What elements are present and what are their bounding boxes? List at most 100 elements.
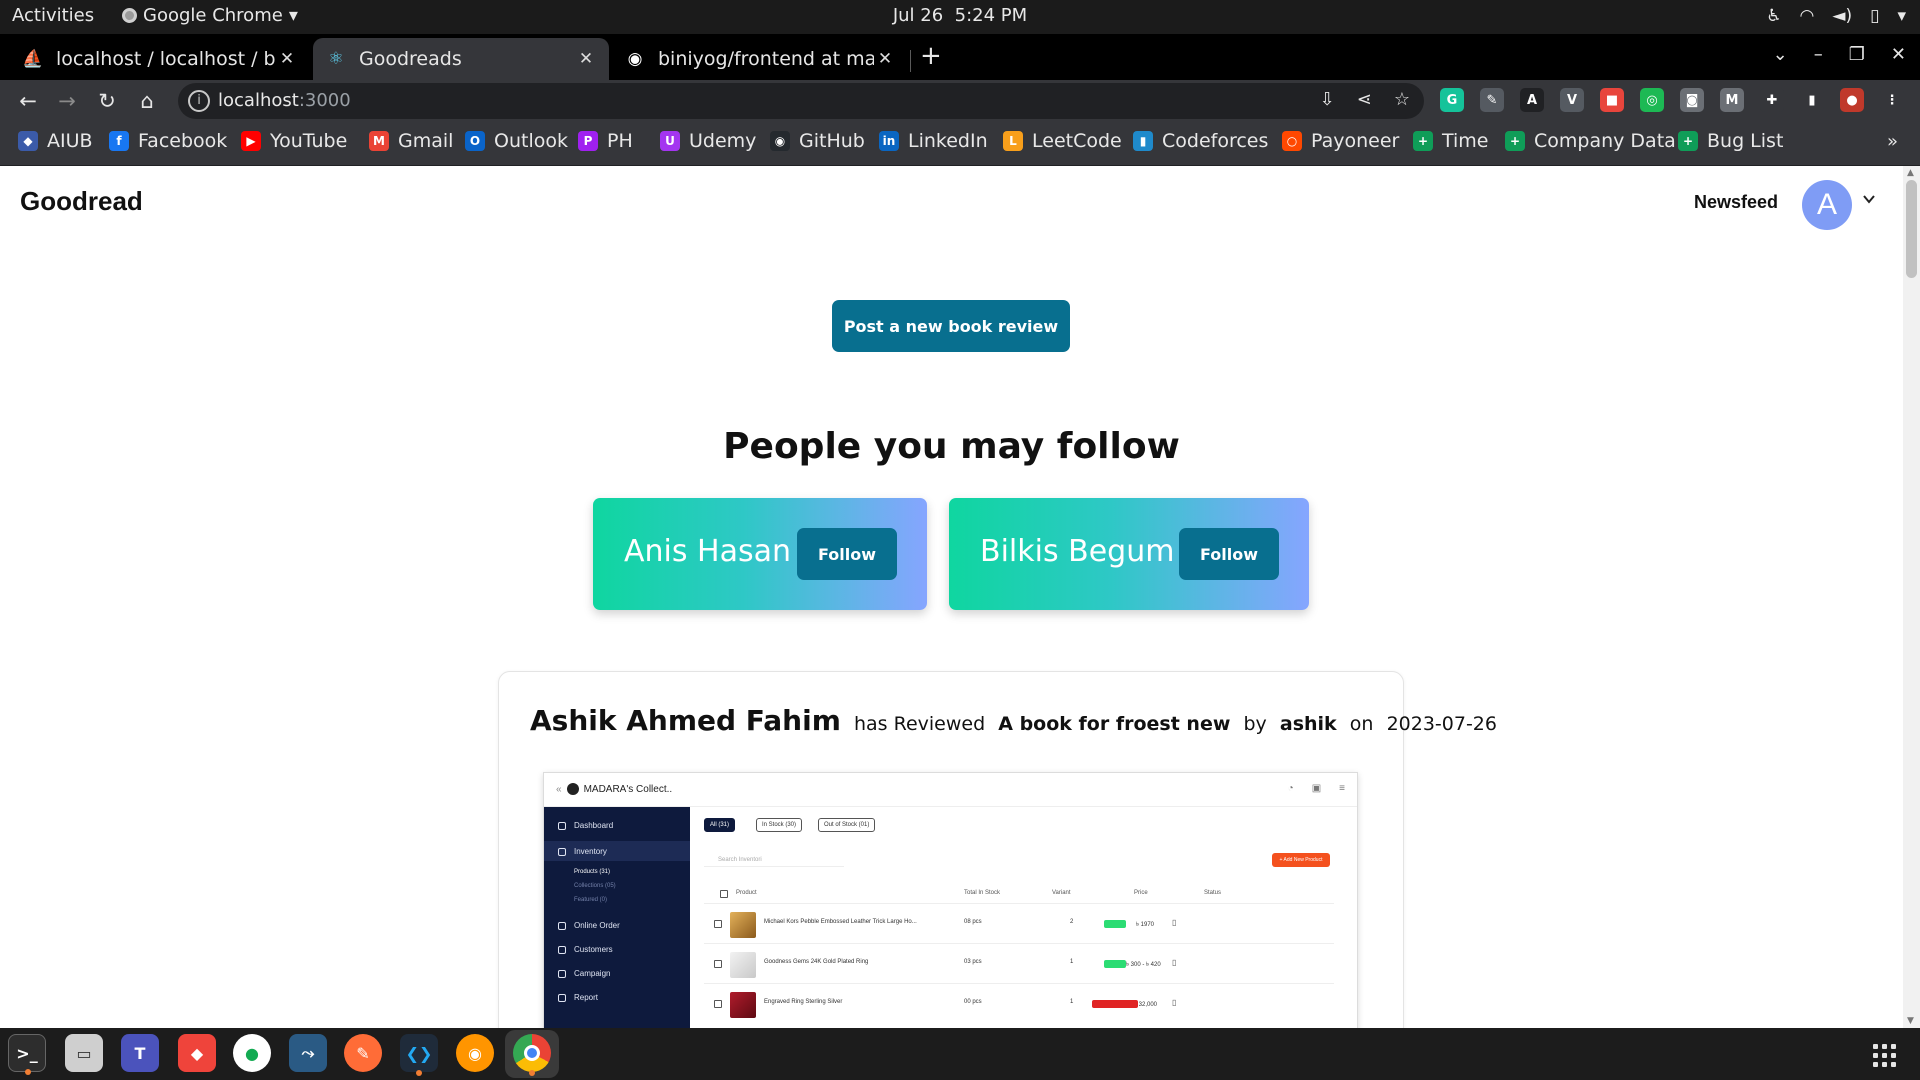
page-scrollbar[interactable]: ▲ ▼ [1903, 166, 1920, 1028]
files-icon[interactable]: ▭ [65, 1034, 103, 1072]
reviewer-name[interactable]: Ashik Ahmed Fahim [530, 704, 841, 737]
red-extension-icon[interactable]: ■ [1600, 88, 1624, 112]
bookmark-aiub[interactable]: ◆ AIUB [18, 130, 93, 152]
terminal-icon[interactable]: >_ [8, 1034, 46, 1075]
share-icon[interactable]: ⋖ [1357, 89, 1372, 110]
review-author[interactable]: ashik [1280, 713, 1337, 735]
scrollbar-thumb[interactable] [1906, 180, 1917, 278]
campaign-icon [558, 969, 566, 978]
mongodb-compass-icon[interactable]: ● [233, 1034, 271, 1072]
bookmark-bug-list[interactable]: + Bug List [1678, 130, 1783, 152]
target-extension-icon[interactable]: ◎ [1640, 88, 1664, 112]
new-tab-button[interactable]: + [920, 41, 942, 71]
app-menu[interactable]: Google Chrome ▾ [122, 5, 298, 26]
tab-title: localhost / localhost / bini [56, 48, 276, 70]
extensions-puzzle-icon[interactable]: ✚ [1760, 88, 1784, 112]
vue-devtools-icon[interactable]: V [1560, 88, 1584, 112]
react-icon: ⚛ [328, 49, 344, 69]
bookmark-facebook[interactable]: f Facebook [109, 130, 227, 152]
camera-extension-icon[interactable]: ◙ [1680, 88, 1704, 112]
restore-icon[interactable]: ❐ [1849, 44, 1865, 65]
system-tray[interactable]: ♿ ◠ ◄) ▯ ▾ [1766, 6, 1906, 26]
profile-avatar-icon[interactable]: ● [1840, 88, 1864, 112]
review-image-cell: ৳ 300 - ৳ 420 [1126, 962, 1161, 968]
bookmarks-overflow-icon[interactable]: » [1887, 131, 1898, 152]
nav-newsfeed-link[interactable]: Newsfeed [1694, 192, 1778, 213]
site-info-icon[interactable]: i [188, 90, 210, 112]
accessibility-icon[interactable]: ♿ [1766, 6, 1781, 26]
volume-icon[interactable]: ◄) [1832, 6, 1852, 26]
review-image-sub-item: Collections (05) [574, 883, 616, 889]
chevron-down-icon[interactable] [1862, 192, 1876, 206]
scroll-up-icon[interactable]: ▲ [1907, 168, 1914, 178]
teams-icon[interactable]: T [121, 1034, 159, 1072]
battery-icon[interactable]: ▯ [1870, 6, 1879, 26]
side-panel-icon[interactable]: ▮ [1800, 88, 1824, 112]
show-apps-icon[interactable] [1873, 1044, 1896, 1067]
bookmark-leetcode[interactable]: L LeetCode [1003, 130, 1122, 152]
activities-button[interactable]: Activities [12, 5, 94, 26]
bookmark-gmail[interactable]: M Gmail [369, 130, 453, 152]
bookmark-outlook[interactable]: O Outlook [465, 130, 568, 152]
close-icon[interactable]: ✕ [276, 49, 298, 69]
chevron-down-icon[interactable]: ▾ [1897, 6, 1906, 26]
tab-github[interactable]: ◉ biniyog/frontend at main ✕ [612, 38, 908, 80]
close-icon[interactable]: ✕ [874, 49, 896, 69]
bookmark-label: Company Data [1534, 130, 1676, 152]
forward-icon[interactable]: → [53, 87, 81, 115]
anydesk-icon[interactable]: ◆ [178, 1034, 216, 1072]
home-icon[interactable]: ⌂ [133, 87, 161, 115]
postman-icon[interactable]: ✎ [344, 1034, 382, 1072]
bookmark-linkedin[interactable]: in LinkedIn [879, 130, 988, 152]
bookmark-time[interactable]: + Time [1413, 130, 1489, 152]
back-icon[interactable]: ← [14, 87, 42, 115]
brand-logo[interactable]: Goodread [20, 186, 143, 217]
review-book-title[interactable]: A book for froest new [998, 713, 1230, 735]
bookmark-youtube[interactable]: ▶ YouTube [241, 130, 347, 152]
clock-time[interactable]: 5:24 PM [955, 5, 1028, 26]
address-bar[interactable]: i localhost:3000 ⇩ ⋖ ☆ [178, 83, 1424, 119]
review-image-sidebar-item: Inventory [558, 847, 607, 856]
sidebar-item-label: Campaign [574, 969, 611, 978]
window-close-icon[interactable]: ✕ [1891, 44, 1906, 65]
chrome-icon[interactable] [513, 1034, 551, 1076]
chrome-menu-icon[interactable]: ⋮ [1880, 88, 1904, 112]
avatar[interactable]: A [1802, 180, 1852, 230]
bookmark-codeforces[interactable]: ▮ Codeforces [1133, 130, 1268, 152]
tab-search-icon[interactable]: ⌄ [1773, 44, 1788, 65]
bookmark-star-icon[interactable]: ☆ [1394, 89, 1410, 110]
install-icon[interactable]: ⇩ [1320, 89, 1335, 110]
vscode-icon[interactable]: ❮❯ [400, 1034, 438, 1076]
firefox-icon[interactable]: ◉ [456, 1034, 494, 1072]
tab-phpmyadmin[interactable]: ⛵ localhost / localhost / bini ✕ [10, 38, 310, 80]
review-image-cell: 00 pcs [964, 999, 982, 1005]
bookmark-github[interactable]: ◉ GitHub [770, 130, 865, 152]
grammarly-icon[interactable]: G [1440, 88, 1464, 112]
mysql-workbench-icon[interactable]: ⤳ [289, 1034, 327, 1072]
bookmark-company-data[interactable]: + Company Data [1505, 130, 1676, 152]
page-viewport: Goodread Newsfeed A Post a new book revi… [0, 166, 1920, 1028]
browser-toolbar: ← → ↻ ⌂ i localhost:3000 ⇩ ⋖ ☆ G ✎ A V ■ ◎ ◙ M ✚… [0, 80, 1920, 122]
bookmark-label: Time [1442, 130, 1489, 152]
close-icon[interactable]: ✕ [575, 49, 597, 69]
m-extension-icon[interactable]: M [1720, 88, 1744, 112]
bookmark-payoneer[interactable]: ○ Payoneer [1282, 130, 1399, 152]
follow-button[interactable]: Follow [797, 528, 897, 580]
url-text[interactable]: localhost:3000 [218, 90, 351, 111]
post-review-button[interactable]: Post a new book review [832, 300, 1070, 352]
review-image-cell: 03 pcs [964, 959, 982, 965]
bookmark-label: LinkedIn [908, 130, 988, 152]
tab-goodreads[interactable]: ⚛ Goodreads ✕ [313, 38, 609, 80]
font-extension-icon[interactable]: A [1520, 88, 1544, 112]
bookmark-udemy[interactable]: U Udemy [660, 130, 756, 152]
follow-button[interactable]: Follow [1179, 528, 1279, 580]
clock-date[interactable]: Jul 26 [893, 5, 943, 26]
reload-icon[interactable]: ↻ [93, 87, 121, 115]
review-image-table-row: Engraved Ring Sterling Silver 00 pcs 1 ৳… [704, 983, 1334, 1023]
bookmark-label: Udemy [689, 130, 757, 152]
scroll-down-icon[interactable]: ▼ [1907, 1016, 1914, 1026]
pen-extension-icon[interactable]: ✎ [1480, 88, 1504, 112]
minimize-icon[interactable]: – [1814, 44, 1823, 65]
wifi-icon[interactable]: ◠ [1800, 6, 1815, 26]
bookmark-ph[interactable]: P PH [578, 130, 633, 152]
